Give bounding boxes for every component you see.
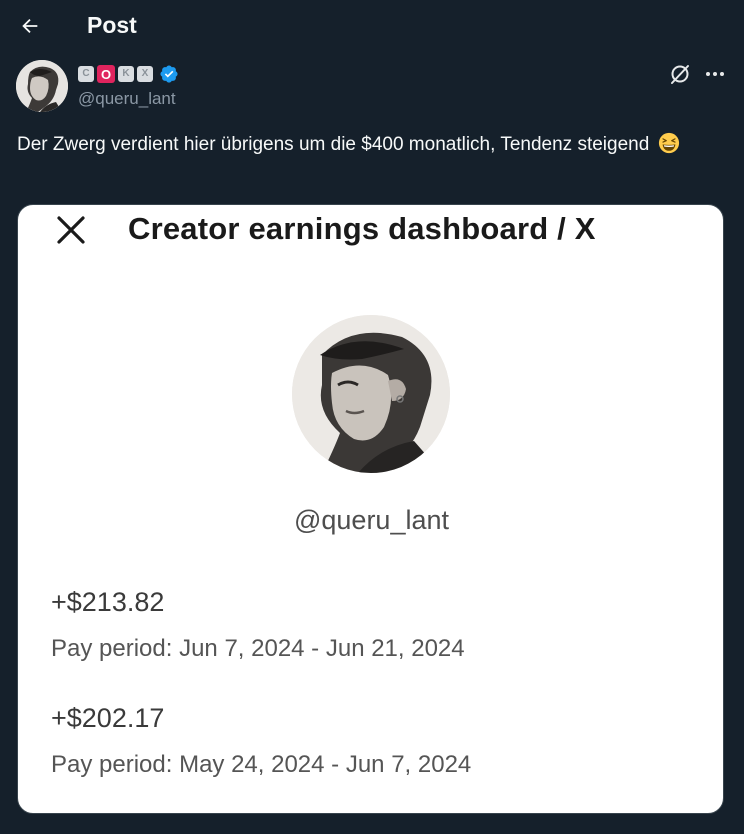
- more-horizontal-icon: [706, 72, 724, 76]
- avatar[interactable]: [16, 60, 68, 112]
- verified-badge-icon: [160, 65, 178, 83]
- back-button[interactable]: [12, 8, 48, 44]
- close-icon: [57, 216, 85, 244]
- arrow-left-icon: [22, 18, 38, 34]
- tweet-text: Der Zwerg verdient hier übrigens um die …: [17, 130, 717, 159]
- dashboard-title: Creator earnings dashboard / X: [128, 211, 596, 246]
- tweet-author: C O K X @queru_lant: [16, 60, 728, 116]
- name-tile-c: C: [78, 66, 94, 82]
- media-image[interactable]: Creator earnings dashboard / X @queru_la…: [17, 204, 724, 814]
- page-header: Post: [0, 0, 744, 54]
- name-tile-k: K: [118, 66, 134, 82]
- payout-period: Pay period: May 24, 2024 - Jun 7, 2024: [51, 751, 472, 778]
- dashboard-avatar: [292, 315, 450, 473]
- payout-period: Pay period: Jun 7, 2024 - Jun 21, 2024: [51, 635, 465, 662]
- dashboard-handle: @queru_lant: [293, 505, 449, 535]
- display-name[interactable]: C O K X: [78, 64, 179, 84]
- more-options-button[interactable]: [702, 62, 728, 86]
- name-tile-x: X: [137, 66, 153, 82]
- grinning-squinting-face-icon: [658, 132, 679, 154]
- grok-button[interactable]: [668, 62, 692, 86]
- page-title: Post: [87, 12, 137, 38]
- grok-icon: [671, 65, 689, 84]
- tweet-text-content: Der Zwerg verdient hier übrigens um die …: [17, 134, 650, 155]
- payout-amount: +$213.82: [51, 587, 165, 617]
- name-tile-o: O: [97, 65, 115, 83]
- author-handle[interactable]: @queru_lant: [78, 89, 176, 109]
- payout-amount: +$202.17: [51, 703, 165, 733]
